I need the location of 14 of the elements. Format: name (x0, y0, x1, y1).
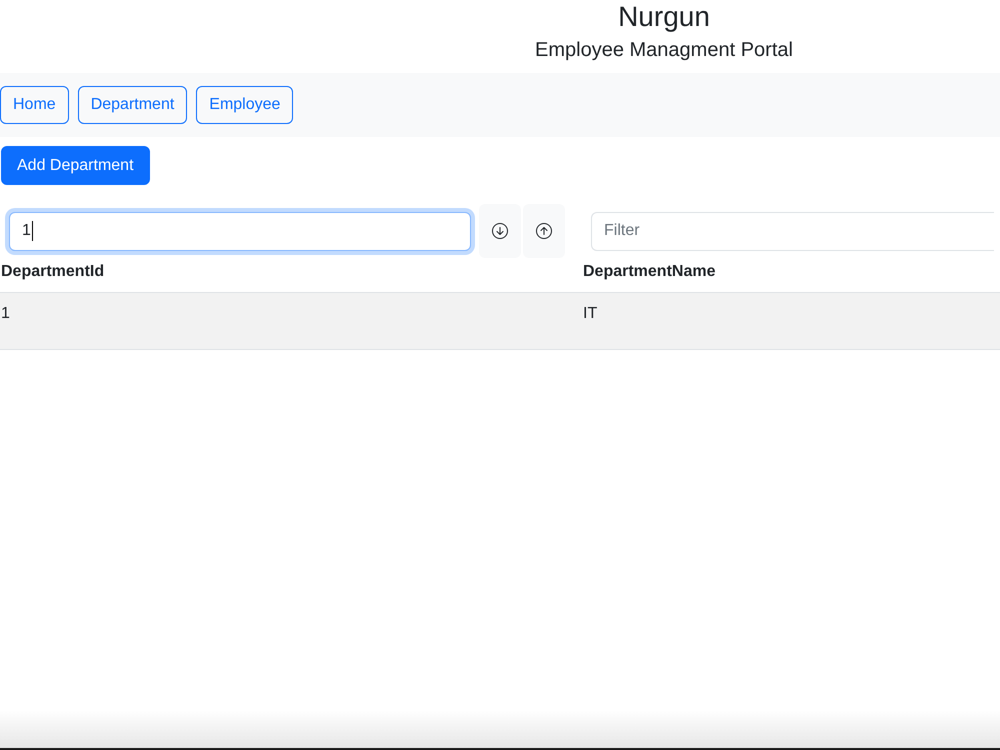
nav-button[interactable]: Home (0, 86, 69, 124)
add-department-button[interactable]: Add Department (1, 146, 150, 185)
app-subtitle: Employee Managment Portal (535, 38, 793, 63)
filter-field[interactable]: Filter (591, 212, 994, 250)
app-title: Nurgun (618, 0, 710, 34)
column-header: DepartmentName (583, 262, 716, 282)
nav-button[interactable]: Department (78, 86, 188, 124)
sort-ascending-button[interactable] (523, 204, 565, 258)
column-header: DepartmentId (1, 262, 104, 282)
table-cell: IT (582, 293, 1000, 350)
search-field[interactable]: 1 (9, 212, 471, 250)
nav-button[interactable]: Employee (196, 86, 294, 124)
table-cell: 1 (0, 293, 582, 350)
sort-descending-button[interactable] (479, 204, 521, 258)
